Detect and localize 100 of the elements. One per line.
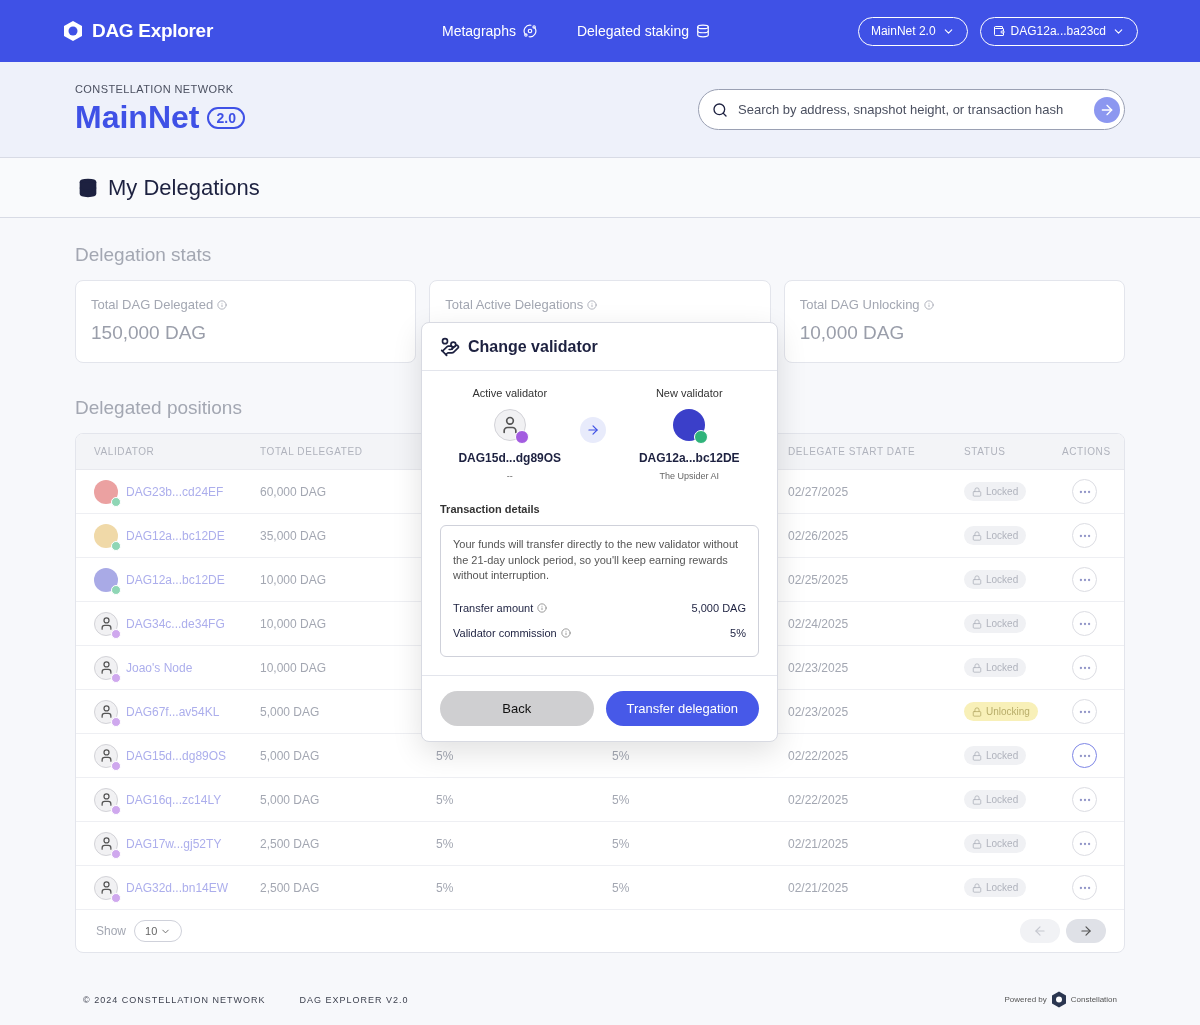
hand-coins-icon — [440, 336, 460, 357]
network-eyebrow: CONSTELLATION NETWORK — [75, 83, 235, 95]
lock-icon — [972, 618, 982, 629]
lock-icon — [972, 794, 982, 805]
search-field[interactable]: Search by address, snapshot height, or transaction hash — [736, 101, 1086, 118]
lock-icon — [972, 706, 982, 717]
validator-name: The Upsider AI — [659, 471, 719, 481]
table-cell-text: 60,000 DAG — [260, 484, 328, 499]
validator-heading: New validator — [655, 387, 723, 399]
table-cell-text: 02/25/2025 — [788, 572, 850, 587]
status-badge: Locked — [964, 790, 1027, 809]
validator-name: -- — [506, 471, 513, 481]
validator-heading: Active validator — [472, 387, 548, 399]
validator-link[interactable]: DAG17w...gj52TY — [126, 836, 222, 851]
validator-link[interactable]: DAG32d...bn14EW — [126, 880, 229, 895]
search-submit-button[interactable] — [1094, 96, 1120, 123]
table-cell-text: 02/22/2025 — [788, 748, 850, 763]
table-cell-text: 02/23/2025 — [788, 704, 850, 719]
section-heading: Delegated positions — [75, 397, 243, 419]
status-badge: Locked — [964, 878, 1027, 897]
column-header: DELEGATE START DATE — [788, 446, 917, 457]
validator-link[interactable]: DAG12a...bc12DE — [126, 528, 225, 543]
orbit-icon — [522, 24, 537, 38]
back-button[interactable]: Back — [440, 690, 594, 726]
table-cell-text: 02/21/2025 — [788, 880, 850, 895]
lock-icon — [972, 574, 982, 585]
stat-value: 10,000 DAG — [799, 322, 906, 344]
status-badge: Locked — [964, 570, 1027, 589]
detail-value: 5,000 DAG — [691, 602, 746, 614]
database-icon — [696, 24, 710, 38]
validator-link[interactable]: DAG34c...de34FG — [126, 616, 225, 631]
status-badge: Locked — [964, 526, 1027, 545]
status-badge: Locked — [964, 658, 1027, 677]
table-cell-text: 10,000 DAG — [260, 572, 328, 587]
copyright-text: © 2024 CONSTELLATION NETWORK — [83, 994, 266, 1005]
column-header: VALIDATOR — [94, 446, 156, 457]
lock-icon — [972, 530, 982, 541]
table-cell-text: 02/26/2025 — [788, 528, 850, 543]
detail-label: Validator commission — [453, 627, 557, 639]
search-bar[interactable]: Search by address, snapshot height, or transaction hash — [698, 89, 1125, 130]
stat-value: 150,000 DAG — [91, 322, 208, 344]
next-page-button[interactable] — [1066, 919, 1106, 943]
nav-link[interactable]: Delegated staking — [576, 23, 710, 39]
lock-icon — [972, 662, 982, 673]
validator-link[interactable]: DAG16q...zc14LY — [126, 792, 222, 807]
more-button[interactable] — [1072, 743, 1097, 768]
powered-by-text: Powered by — [1004, 995, 1047, 1004]
network-title: MainNet — [75, 99, 200, 136]
lock-icon — [972, 838, 982, 849]
detail-label: Transfer amount — [453, 602, 534, 614]
logo-icon — [1050, 991, 1067, 1008]
info-icon — [537, 603, 548, 613]
detail-value: 5% — [730, 627, 746, 639]
details-heading: Transaction details — [440, 503, 541, 515]
column-header: STATUS — [964, 446, 1007, 457]
wallet-icon — [992, 25, 1005, 37]
transfer-delegation-button[interactable]: Transfer delegation — [605, 690, 759, 726]
status-badge: Locked — [964, 482, 1027, 501]
validator-link[interactable]: DAG15d...dg89OS — [126, 748, 227, 763]
status-badge: Unlocking — [964, 702, 1038, 721]
stat-label: Total DAG Unlocking — [799, 297, 920, 312]
table-cell-text: 5,000 DAG — [260, 748, 321, 763]
table-cell-text: 5,000 DAG — [260, 792, 321, 807]
lock-icon — [972, 486, 982, 497]
table-cell-text: 10,000 DAG — [260, 660, 328, 675]
validator-link[interactable]: Joao's Node — [126, 660, 193, 675]
validator-link[interactable]: DAG67f...av54KL — [126, 704, 220, 719]
table-cell-text: 5% — [436, 792, 455, 807]
table-cell-text: 02/27/2025 — [788, 484, 850, 499]
search-icon — [712, 101, 728, 118]
logo-text: DAG Explorer — [92, 20, 213, 42]
validator-link[interactable]: DAG12a...bc12DE — [126, 572, 225, 587]
page-size-select[interactable]: 10 — [134, 920, 183, 942]
status-badge: Locked — [964, 614, 1027, 633]
info-icon — [587, 299, 598, 310]
lock-icon — [972, 750, 982, 761]
table-cell-text: 5% — [612, 880, 631, 895]
database-icon — [78, 177, 98, 198]
table-cell-text: 02/24/2025 — [788, 616, 850, 631]
nav-link[interactable]: Metagraphs — [442, 23, 537, 39]
table-cell-text: 5% — [612, 836, 631, 851]
column-header: TOTAL DELEGATED — [260, 446, 364, 457]
table-cell-text: 5% — [612, 792, 631, 807]
show-label: Show — [96, 924, 127, 938]
validator-link[interactable]: DAG23b...cd24EF — [126, 484, 224, 499]
table-cell-text: 5% — [436, 880, 455, 895]
table-cell-text: 10,000 DAG — [260, 616, 328, 631]
validator-address: DAG15d...dg89OS — [458, 451, 562, 465]
version-badge: 2.0 — [207, 106, 245, 129]
table-cell-text: 02/21/2025 — [788, 836, 850, 851]
table-cell-text: 02/23/2025 — [788, 660, 850, 675]
version-text: DAG EXPLORER V2.0 — [299, 994, 409, 1005]
table-cell-text: 5% — [436, 748, 455, 763]
table-cell-text: 2,500 DAG — [260, 836, 321, 851]
table-cell-text: 2,500 DAG — [260, 880, 321, 895]
validator-address: DAG12a...bc12DE — [638, 451, 740, 465]
logo-icon — [62, 20, 84, 42]
table-cell-text: 5% — [436, 836, 455, 851]
table-cell-text: 5% — [612, 748, 631, 763]
info-icon — [217, 299, 228, 310]
